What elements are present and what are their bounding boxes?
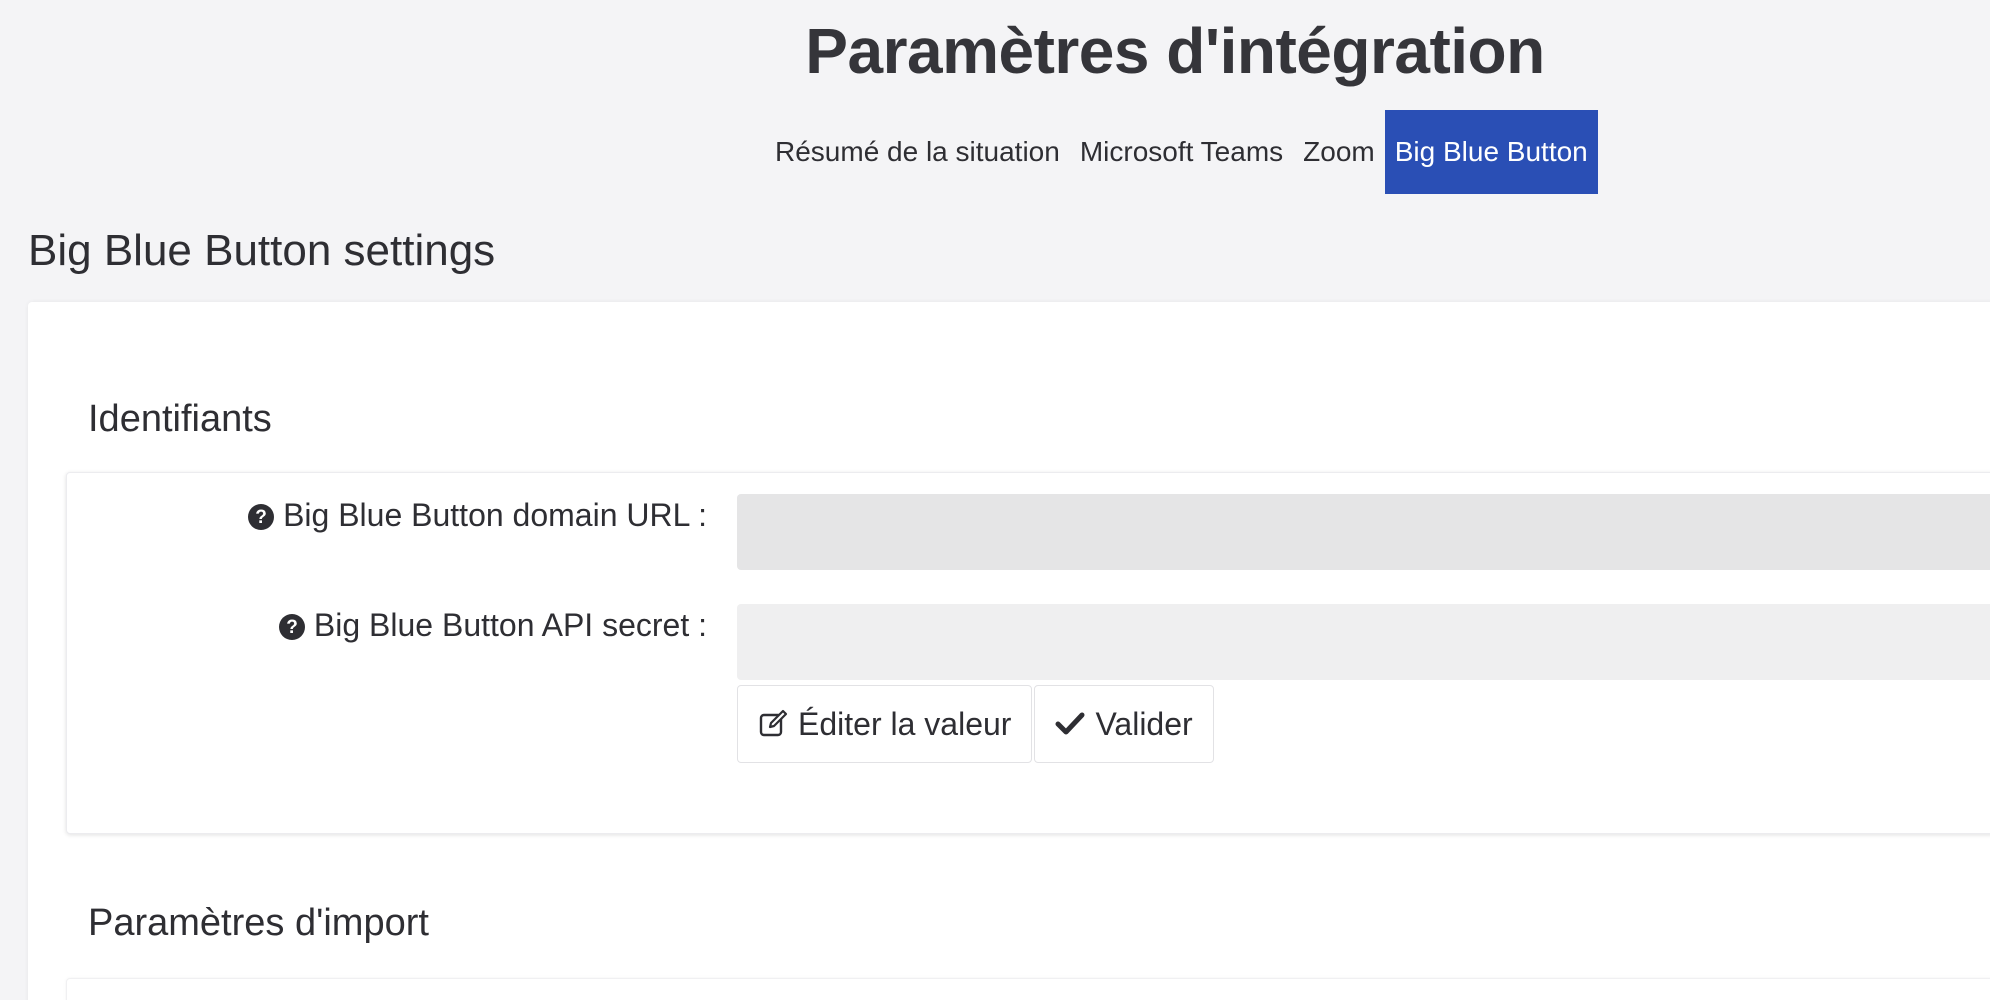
tab-microsoft-teams[interactable]: Microsoft Teams: [1070, 110, 1293, 194]
credentials-title: Identifiants: [88, 398, 272, 440]
section-title: Big Blue Button settings: [28, 226, 496, 275]
edit-value-label: Éditer la valeur: [798, 705, 1012, 742]
settings-card: Identifiants ? Big Blue Button domain UR…: [28, 302, 1990, 1000]
svg-text:?: ?: [286, 617, 298, 638]
edit-icon: [758, 709, 788, 739]
domain-url-label-text: Big Blue Button domain URL :: [283, 497, 707, 533]
page-title: Paramètres d'intégration: [805, 15, 1545, 87]
api-secret-input[interactable]: [737, 604, 1990, 680]
svg-text:?: ?: [255, 507, 267, 528]
edit-value-button[interactable]: Éditer la valeur: [737, 685, 1033, 763]
domain-url-label: ? Big Blue Button domain URL :: [247, 497, 707, 534]
tab-zoom[interactable]: Zoom: [1293, 110, 1385, 194]
domain-url-input[interactable]: [737, 494, 1990, 570]
check-icon: [1055, 709, 1085, 739]
validate-button[interactable]: Valider: [1034, 685, 1214, 763]
tab-big-blue-button[interactable]: Big Blue Button: [1384, 110, 1598, 194]
validate-label: Valider: [1095, 705, 1193, 742]
api-secret-label-text: Big Blue Button API secret :: [313, 607, 707, 643]
integration-tabs: Résumé de la situation Microsoft Teams Z…: [765, 110, 1598, 194]
question-circle-icon[interactable]: ?: [278, 612, 306, 640]
import-settings-title: Paramètres d'import: [88, 902, 429, 944]
api-secret-actions: Éditer la valeur Valider: [737, 685, 1216, 763]
tab-summary[interactable]: Résumé de la situation: [765, 110, 1070, 194]
credentials-panel: ? Big Blue Button domain URL : ? Big Blu…: [66, 472, 1990, 834]
page: Paramètres d'intégration Résumé de la si…: [0, 0, 1990, 1000]
question-circle-icon[interactable]: ?: [247, 502, 275, 530]
import-settings-panel: [66, 978, 1990, 1000]
api-secret-label: ? Big Blue Button API secret :: [278, 607, 707, 644]
